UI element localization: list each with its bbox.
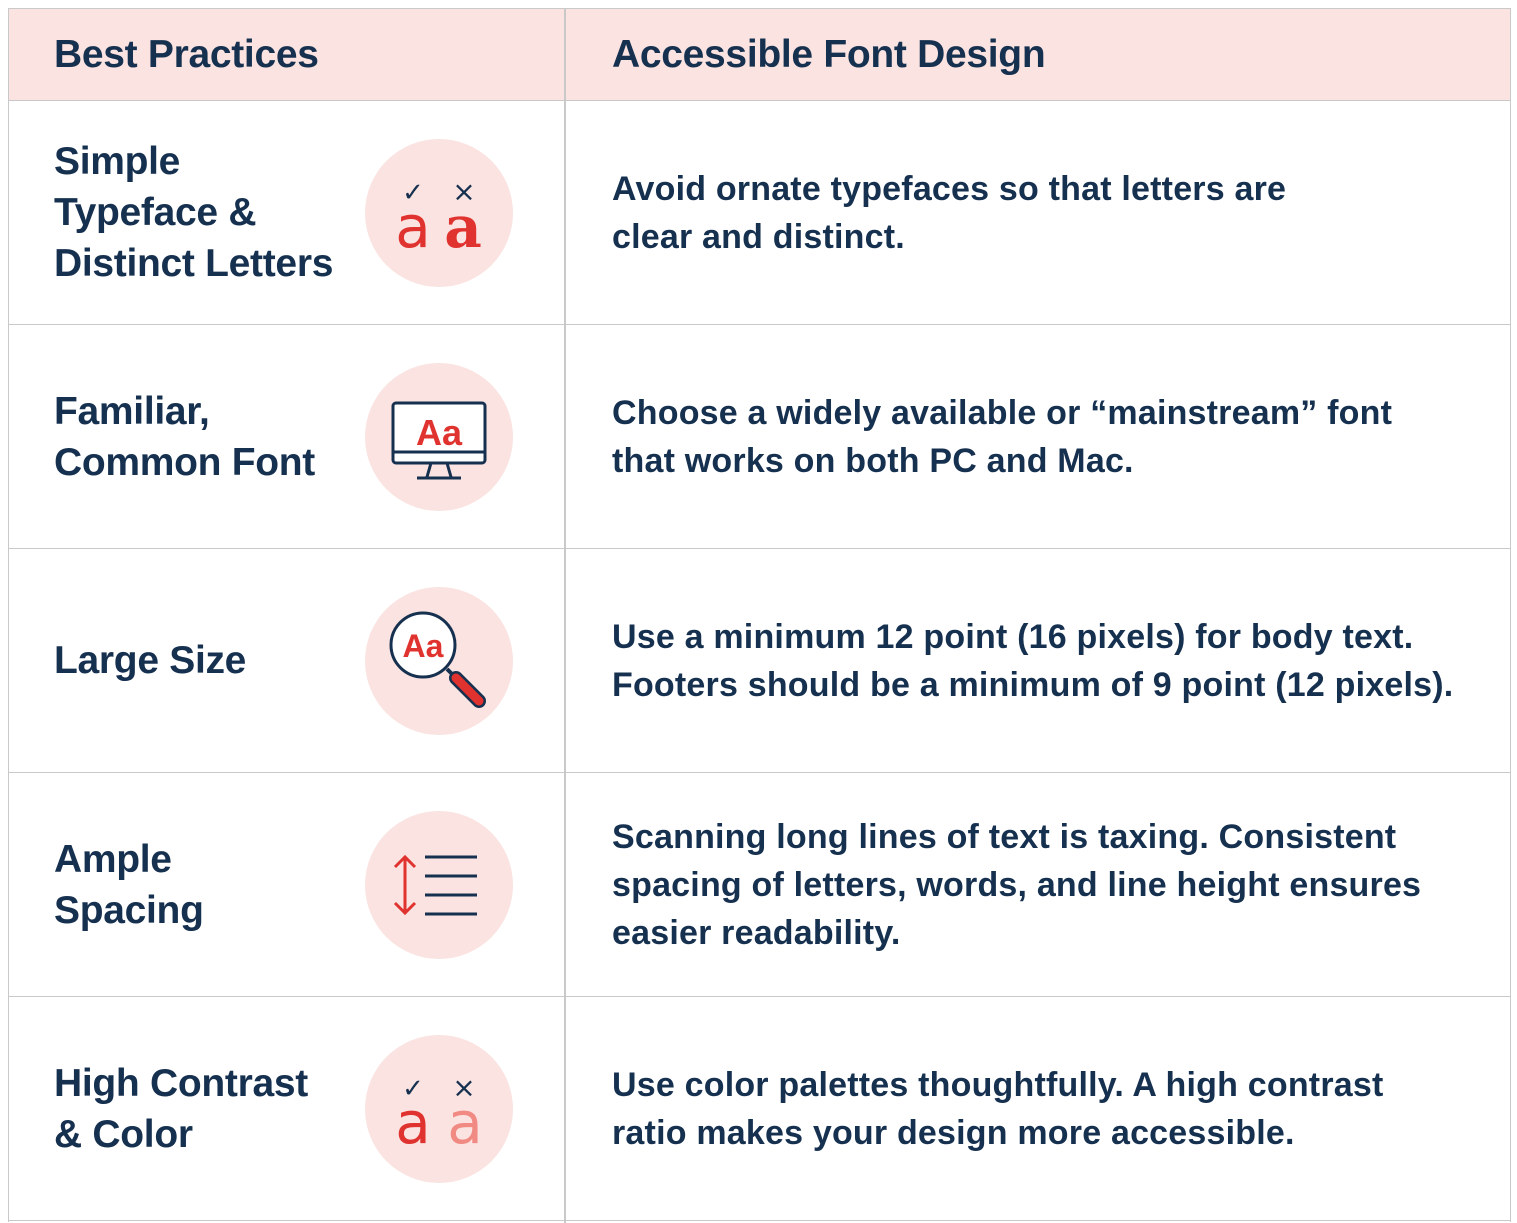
table-row: Ample Spacing Scanning long lines of tex… <box>9 773 1510 997</box>
svg-text:a: a <box>395 193 431 261</box>
table-row: Large Size Aa Use a minimum 12 point (16… <box>9 549 1510 773</box>
monitor-icon: Aa <box>365 363 513 511</box>
accessibility-table: Best Practices Accessible Font Design Si… <box>8 8 1511 1223</box>
row-title: Ample Spacing <box>54 837 204 932</box>
row-description: Avoid ornate typefaces so that letters a… <box>612 169 1287 256</box>
row-description: Scanning long lines of text is taxing. C… <box>612 817 1422 952</box>
svg-text:a: a <box>447 1089 483 1157</box>
row-description: Use a minimum 12 point (16 pixels) for b… <box>612 617 1454 704</box>
row-description: Choose a widely available or “mainstream… <box>612 393 1393 480</box>
svg-text:Aa: Aa <box>403 628 444 664</box>
row-title: High Contrast & Color <box>54 1061 308 1156</box>
svg-text:a: a <box>444 193 482 261</box>
header-accessible-font-design: Accessible Font Design <box>612 33 1046 76</box>
svg-text:a: a <box>395 1089 431 1157</box>
table-row: High Contrast & Color ✓ × a a Use color … <box>9 997 1510 1221</box>
table-header: Best Practices Accessible Font Design <box>9 9 1510 101</box>
row-title: Simple Typeface & Distinct Letters <box>54 140 334 285</box>
line-spacing-icon <box>365 811 513 959</box>
row-title: Large Size <box>54 639 247 682</box>
magnifier-icon: Aa <box>365 587 513 735</box>
check-cross-letters-icon: ✓ × a a <box>365 139 513 287</box>
row-description: Use color palettes thoughtfully. A high … <box>612 1065 1384 1152</box>
table-row: Familiar, Common Font Aa Choose a widely… <box>9 325 1510 549</box>
row-title: Familiar, Common Font <box>54 389 315 484</box>
svg-text:Aa: Aa <box>416 412 463 453</box>
table-row: Simple Typeface & Distinct Letters ✓ × a… <box>9 101 1510 325</box>
contrast-letters-icon: ✓ × a a <box>365 1035 513 1183</box>
header-best-practices: Best Practices <box>54 33 319 76</box>
column-divider <box>564 9 566 1223</box>
